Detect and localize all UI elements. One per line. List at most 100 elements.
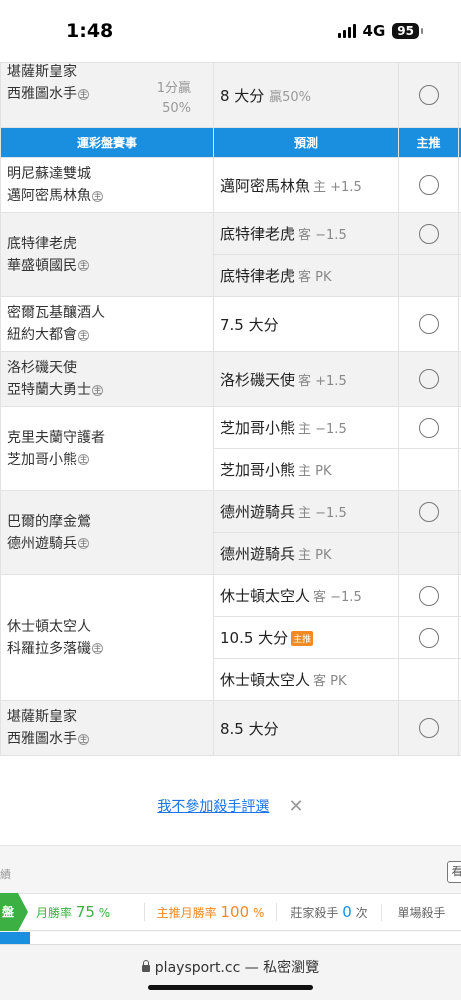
main-pick-radio[interactable] xyxy=(418,175,439,195)
stats-label: 績 xyxy=(0,868,11,881)
game-teams: 明尼蘇達雙城 邁阿密馬林魚主 xyxy=(1,163,213,207)
prediction-pick: 休士頓太空人 xyxy=(220,587,311,605)
header-main-pick: 主推 xyxy=(398,127,459,158)
prediction-cell: 德州遊騎兵主 −1.5 xyxy=(213,490,399,533)
prediction-pick: 8.5 大分 xyxy=(220,719,279,738)
table-row: 密爾瓦基釀酒人 紐約大都會主 7.5 大分 xyxy=(0,296,461,352)
main-pick-radio[interactable] xyxy=(418,627,439,648)
game-teams: 巴爾的摩金鶯 德州遊騎兵主 xyxy=(1,511,213,555)
prediction-cell: 芝加哥小熊主 PK xyxy=(213,448,399,491)
status-indicators: 4G 95 xyxy=(337,22,423,40)
team-away: 洛杉磯天使 xyxy=(7,360,77,376)
home-mark: 主 xyxy=(78,733,89,745)
team-away: 堪薩斯皇家 xyxy=(7,64,77,80)
main-pick-radio[interactable] xyxy=(418,417,439,438)
prediction-detail: 客 PK xyxy=(313,674,347,689)
team-home: 紐約大都會 xyxy=(7,327,77,343)
prediction-cell: 8 大分 贏50% xyxy=(213,62,399,128)
game-teams: 休士頓太空人 科羅拉多落磯主 xyxy=(1,616,213,660)
team-home: 芝加哥小熊 xyxy=(7,451,77,468)
single-game-killer: 單場殺手 xyxy=(381,903,461,921)
banker-killer: 莊家殺手 0 次 xyxy=(276,903,381,921)
team-away: 明尼蘇達雙城 xyxy=(7,166,91,182)
prediction-cell: 底特律老虎客 −1.5 xyxy=(213,212,399,255)
team-home: 西雅圖水手 xyxy=(7,86,77,102)
prediction-pick: 底特律老虎 xyxy=(220,267,296,285)
home-mark: 主 xyxy=(78,260,89,271)
battery-icon: 95 xyxy=(392,23,423,39)
team-home: 科羅拉多落磯 xyxy=(7,640,91,657)
table-row: 底特律老虎 華盛頓國民主底特律老虎客 −1.5 xyxy=(0,212,461,297)
main-pick-radio[interactable] xyxy=(418,718,439,738)
team-away: 密爾瓦基釀酒人 xyxy=(7,305,105,321)
main-pick-win-rate: 主推月勝率 100 % xyxy=(144,903,276,921)
home-indicator[interactable] xyxy=(148,985,313,990)
address-bar[interactable]: playsport.cc — 私密瀏覽 xyxy=(0,957,461,977)
prediction-detail: 主 PK xyxy=(298,548,332,563)
stats-row-partial xyxy=(0,932,461,944)
opt-out-link[interactable]: 我不參加殺手評選 xyxy=(157,799,269,815)
prediction-pick: 休士頓太空人 xyxy=(220,671,311,689)
network-type: 4G xyxy=(362,22,386,40)
prediction-pick: 德州遊騎兵 xyxy=(220,503,296,521)
browser-bar[interactable]: playsport.cc — 私密瀏覽 xyxy=(0,944,461,1000)
predictions-section: 堪薩斯皇家 西雅圖水手主 1分贏 50% 8 大分 贏50% 運彩盤賽事 預測 … xyxy=(0,62,461,756)
game-teams: 堪薩斯皇家 西雅圖水手主 xyxy=(1,706,213,750)
game-teams: 克里夫蘭守護者 芝加哥小熊主 xyxy=(1,427,213,471)
previous-game-row: 堪薩斯皇家 西雅圖水手主 1分贏 50% 8 大分 贏50% xyxy=(0,62,461,128)
prediction-detail: 主 PK xyxy=(298,464,332,479)
prediction-pick: 7.5 大分 xyxy=(220,315,279,334)
table-header: 運彩盤賽事 預測 主推 xyxy=(0,127,461,158)
prediction-detail: 客 −1.5 xyxy=(313,590,362,605)
prediction-detail: 客 PK xyxy=(298,270,332,285)
home-mark: 主 xyxy=(92,384,103,396)
predictions-table: 堪薩斯皇家 西雅圖水手主 1分贏 50% 8 大分 贏50% 運彩盤賽事 預測 … xyxy=(0,62,461,756)
signal-icon xyxy=(337,24,356,38)
prediction-detail: 主 +1.5 xyxy=(313,179,362,195)
prediction-cell: 芝加哥小熊主 −1.5 xyxy=(213,406,399,449)
team-away: 巴爾的摩金鶯 xyxy=(7,513,91,530)
team-home: 德州遊騎兵 xyxy=(7,535,77,552)
main-pick-radio[interactable] xyxy=(418,585,439,606)
team-away: 克里夫蘭守護者 xyxy=(7,429,105,446)
status-bar: 1:48 4G 95 xyxy=(0,0,461,62)
prediction-pick: 德州遊騎兵 xyxy=(220,545,296,563)
home-mark: 主 xyxy=(92,190,103,202)
home-mark: 主 xyxy=(78,88,89,100)
main-pick-radio[interactable] xyxy=(418,314,439,334)
team-away: 底特律老虎 xyxy=(7,235,77,252)
prediction-cell: 邁阿密馬林魚主 +1.5 xyxy=(213,157,399,213)
stats-row: 盤 月勝率 75 % 主推月勝率 100 % 莊家殺手 0 次 單場殺手 xyxy=(0,893,461,931)
prediction-detail: 客 +1.5 xyxy=(298,373,347,389)
prediction-cell: 德州遊騎兵主 PK xyxy=(213,532,399,575)
lock-icon xyxy=(141,959,150,972)
main-pick-radio[interactable] xyxy=(418,85,439,105)
main-pick-radio[interactable] xyxy=(418,223,439,244)
close-icon[interactable]: ✕ xyxy=(289,796,304,817)
prediction-cell: 8.5 大分 xyxy=(213,700,399,756)
stats-tag: 盤 xyxy=(0,893,28,931)
prediction-detail: 客 −1.5 xyxy=(298,228,347,243)
prediction-cell: 10.5 大分 主推 xyxy=(213,616,399,659)
main-pick-radio[interactable] xyxy=(418,369,439,389)
prediction-pick: 邁阿密馬林魚 xyxy=(220,176,311,195)
home-mark: 主 xyxy=(78,538,89,549)
team-home: 亞特蘭大勇士 xyxy=(7,382,91,398)
prediction-cell: 洛杉磯天使客 +1.5 xyxy=(213,351,399,407)
prediction-cell: 休士頓太空人客 PK xyxy=(213,658,399,701)
prediction-cell: 休士頓太空人客 −1.5 xyxy=(213,574,399,617)
prediction-pick: 芝加哥小熊 xyxy=(220,461,296,479)
prediction-pick: 底特律老虎 xyxy=(220,225,296,243)
main-pick-radio[interactable] xyxy=(418,501,439,522)
table-row: 洛杉磯天使亞特蘭大勇士主 洛杉磯天使客 +1.5 xyxy=(0,351,461,407)
table-row: 堪薩斯皇家 西雅圖水手主 8.5 大分 xyxy=(0,700,461,756)
table-row: 克里夫蘭守護者 芝加哥小熊主芝加哥小熊主 −1.5 xyxy=(0,406,461,491)
team-home: 西雅圖水手 xyxy=(7,731,77,747)
status-time: 1:48 xyxy=(66,20,114,42)
team-home: 華盛頓國民 xyxy=(7,257,77,274)
table-row: 休士頓太空人 科羅拉多落磯主休士頓太空人客 −1.5 xyxy=(0,574,461,701)
home-mark: 主 xyxy=(78,329,89,341)
table-row: 巴爾的摩金鶯 德州遊騎兵主德州遊騎兵主 −1.5 xyxy=(0,490,461,575)
home-mark: 主 xyxy=(92,643,103,654)
view-button[interactable]: 看 xyxy=(447,861,461,883)
